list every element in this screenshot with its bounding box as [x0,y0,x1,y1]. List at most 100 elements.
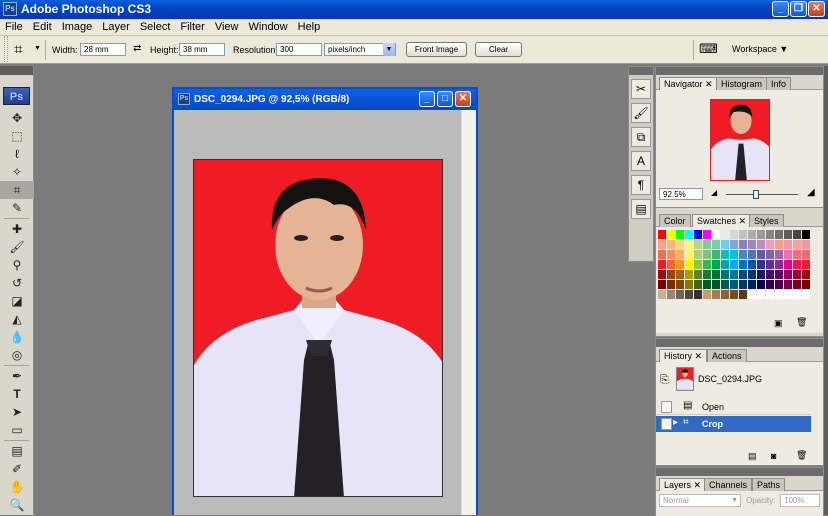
swatch[interactable] [685,270,693,279]
swatch[interactable] [730,260,738,269]
swatch[interactable] [775,230,783,239]
swatch[interactable] [721,230,729,239]
swatch[interactable] [712,250,720,259]
marquee-tool-icon[interactable]: ⬚ [0,127,34,145]
swatch[interactable] [739,260,747,269]
eraser-tool-icon[interactable]: ◪ [0,292,34,310]
swatch[interactable] [730,230,738,239]
snapshot-thumbnail[interactable] [676,367,694,391]
navigator-zoom-field[interactable]: 92.5% [659,188,703,200]
zoom-tool-icon[interactable]: 🔍 [0,496,34,514]
swatch[interactable] [802,280,810,289]
swatch[interactable] [676,240,684,249]
swatch[interactable] [676,250,684,259]
zoom-in-icon[interactable]: ◢ [807,187,815,198]
swatch[interactable] [703,270,711,279]
swatch[interactable] [793,260,801,269]
swatch[interactable] [712,290,720,299]
clone-stamp-tool-icon[interactable]: ⚲ [0,256,34,274]
swatch[interactable] [712,280,720,289]
character-icon[interactable]: A [631,151,651,171]
magic-wand-tool-icon[interactable]: ✧ [0,163,34,181]
swatch[interactable] [739,230,747,239]
tab-info[interactable]: Info [766,77,792,90]
swatch[interactable] [775,250,783,259]
swatch[interactable] [784,250,792,259]
swatch[interactable] [667,240,675,249]
paint-bucket-tool-icon[interactable]: ◭ [0,310,34,328]
swatch[interactable] [703,230,711,239]
tab-actions[interactable]: Actions [707,349,747,362]
history-item-crop[interactable]: ▸ ⌗ Crop [656,416,811,432]
zoom-slider-handle[interactable] [753,190,759,199]
swatch[interactable] [757,290,765,299]
swatch[interactable] [712,230,720,239]
slice-tool-icon[interactable]: ✎ [0,199,34,217]
menu-layer[interactable]: Layer [97,19,135,33]
options-grip[interactable] [4,36,8,64]
tab-navigator[interactable]: Navigator ✕ [659,77,718,90]
swatch[interactable] [775,270,783,279]
trash-icon[interactable]: 🗑 [796,450,807,461]
swatch[interactable] [757,260,765,269]
swatch[interactable] [766,260,774,269]
swatch[interactable] [748,290,756,299]
swatch[interactable] [739,290,747,299]
swatch[interactable] [703,240,711,249]
clone-source-icon[interactable]: ⧉ [631,127,651,147]
tab-histogram[interactable]: Histogram [716,77,768,90]
swatch[interactable] [757,250,765,259]
swatch[interactable] [721,260,729,269]
swatch[interactable] [739,270,747,279]
swatch[interactable] [784,270,792,279]
swatch[interactable] [757,280,765,289]
swatch[interactable] [694,290,702,299]
swatch[interactable] [775,260,783,269]
swatch[interactable] [757,240,765,249]
swatch[interactable] [658,240,666,249]
menu-file[interactable]: File [0,19,28,33]
swatch[interactable] [703,290,711,299]
swatch[interactable] [784,240,792,249]
healing-brush-tool-icon[interactable]: ✚ [0,220,34,238]
swatch[interactable] [793,280,801,289]
swatch[interactable] [685,230,693,239]
swatch[interactable] [685,290,693,299]
document-title-bar[interactable]: Ps DSC_0294.JPG @ 92,5% (RGB/8) _ □ ✕ [174,89,476,110]
type-tool-icon[interactable]: T [0,385,34,403]
tab-paths[interactable]: Paths [752,478,786,491]
swatch[interactable] [784,230,792,239]
swatch[interactable] [730,270,738,279]
panel-header[interactable] [656,339,823,347]
dodge-tool-icon[interactable]: ◎ [0,346,34,364]
resolution-unit-select[interactable]: pixels/inch ▼ [324,43,396,56]
swatch[interactable] [694,230,702,239]
swatch[interactable] [766,240,774,249]
swatch[interactable] [775,240,783,249]
swatch[interactable] [721,250,729,259]
swatch[interactable] [739,250,747,259]
swatch[interactable] [703,280,711,289]
swatch[interactable] [802,260,810,269]
photoshop-logo[interactable]: Ps [3,87,30,105]
swap-dimensions-icon[interactable]: ⇄ [133,43,141,54]
swatch[interactable] [766,280,774,289]
swatch[interactable] [712,240,720,249]
swatch[interactable] [739,280,747,289]
swatch[interactable] [802,250,810,259]
swatch[interactable] [658,280,666,289]
height-field[interactable]: 38 mm [179,43,225,56]
swatch[interactable] [694,260,702,269]
swatch[interactable] [784,280,792,289]
swatch[interactable] [676,270,684,279]
swatch[interactable] [658,230,666,239]
dock-header[interactable] [629,67,653,75]
swatch[interactable] [766,250,774,259]
swatch[interactable] [667,270,675,279]
swatch[interactable] [703,260,711,269]
paragraph-icon[interactable]: ¶ [631,175,651,195]
swatch[interactable] [721,240,729,249]
minimize-icon[interactable]: _ [419,91,435,107]
swatch[interactable] [757,270,765,279]
swatch[interactable] [694,240,702,249]
